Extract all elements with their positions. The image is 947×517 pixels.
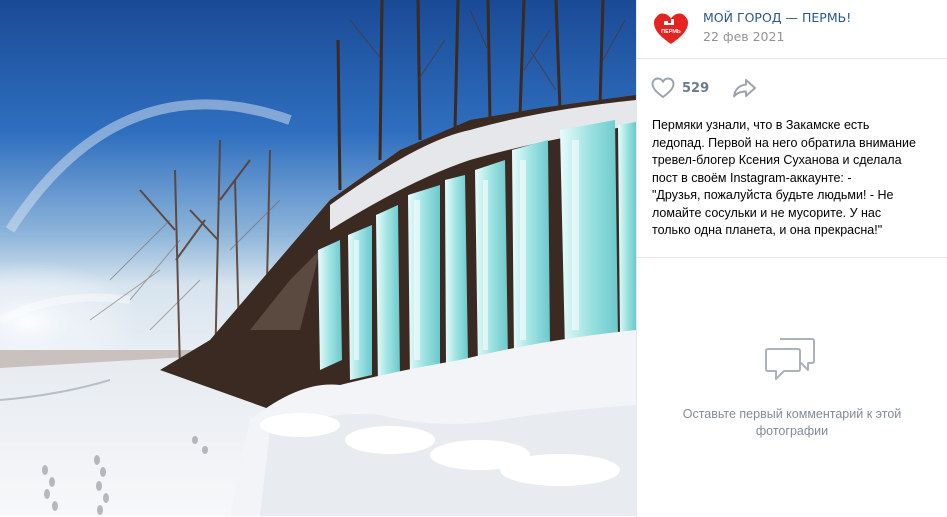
- post-panel: ПЕРМЬ МОЙ ГОРОД — ПЕРМЬ! 22 фев 2021 529…: [636, 0, 947, 516]
- avatar-text: ПЕРМЬ: [661, 29, 681, 35]
- photo-image[interactable]: [0, 0, 636, 516]
- post-photo[interactable]: [0, 0, 636, 516]
- post-text-line: пост в своём Instagram-аккаунте: -: [652, 170, 852, 185]
- heart-logo-icon: ПЕРМЬ: [654, 13, 688, 44]
- post-text-line: ледопад. Первой на него обратила внимани…: [652, 135, 916, 150]
- group-name-link[interactable]: МОЙ ГОРОД — ПЕРМЬ!: [703, 10, 851, 25]
- comments-empty-state: Оставьте первый комментарий к этой фотог…: [637, 258, 947, 517]
- post-text-line: ломайте сосульки и не мусорите. У нас: [652, 205, 882, 220]
- like-count: 529: [682, 80, 710, 96]
- post-text-line: тревел-блогер Ксения Суханова и сделала: [652, 153, 902, 167]
- group-avatar[interactable]: ПЕРМЬ: [652, 10, 690, 48]
- share-arrow-icon: [733, 79, 756, 98]
- comment-bubbles-icon: [764, 335, 816, 383]
- post-text: Пермяки узнали, что в Закамске есть ледо…: [637, 117, 947, 257]
- empty-comments-text: Оставьте первый комментарий к этой фотог…: [682, 407, 902, 438]
- heart-outline-icon: [651, 77, 675, 99]
- post-text-line: "Друзья, пожалуйста будьте людьми! - Не: [652, 188, 894, 202]
- post-header: ПЕРМЬ МОЙ ГОРОД — ПЕРМЬ! 22 фев 2021: [637, 0, 947, 59]
- post-actions: 529: [637, 59, 947, 117]
- post-text-line: только одна планета, и она прекрасна!": [652, 223, 883, 237]
- photo-viewer: ПЕРМЬ МОЙ ГОРОД — ПЕРМЬ! 22 фев 2021 529…: [0, 0, 947, 516]
- post-date[interactable]: 22 фев 2021: [703, 29, 784, 44]
- like-button[interactable]: 529: [651, 77, 709, 99]
- post-text-line: Пермяки узнали, что в Закамске есть: [652, 118, 870, 132]
- share-button[interactable]: [732, 77, 758, 99]
